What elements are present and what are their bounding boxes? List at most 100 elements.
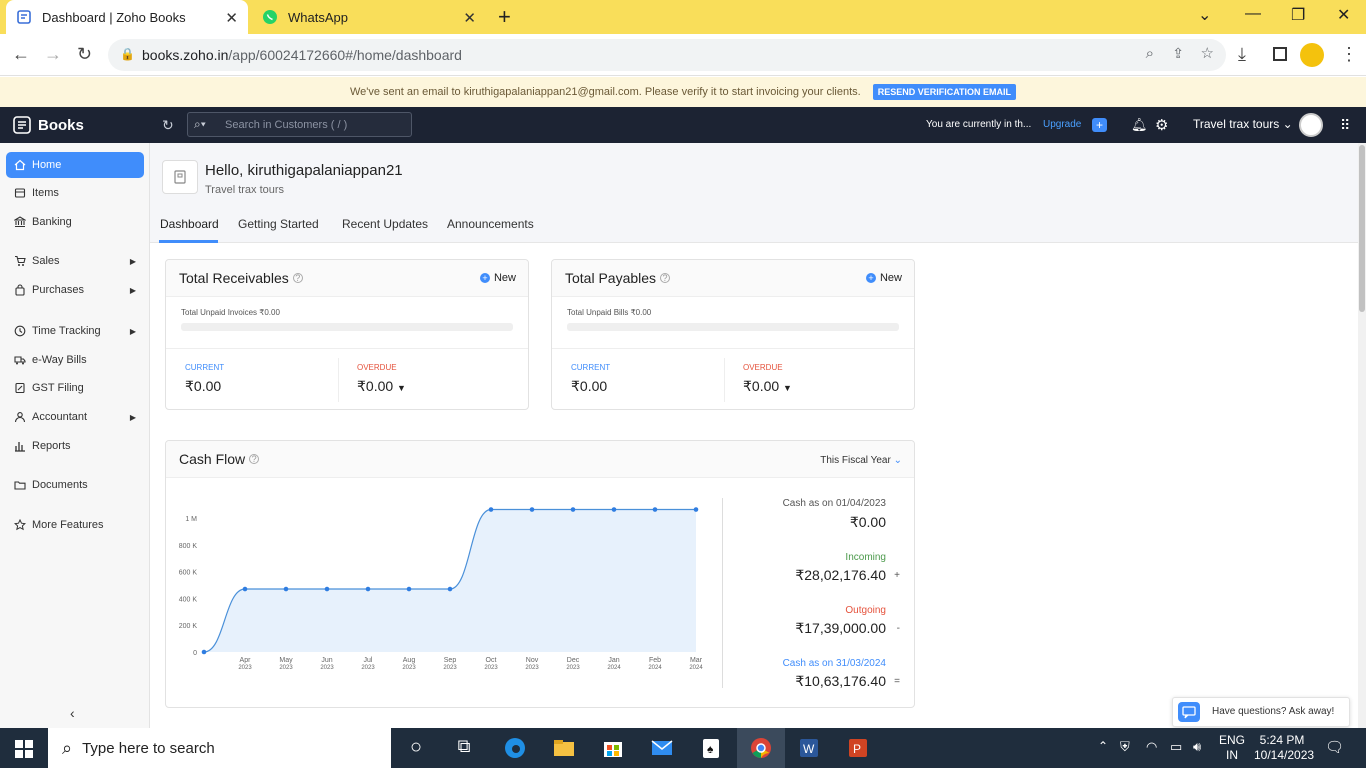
- x-tick-label: Feb: [649, 657, 661, 664]
- share-icon[interactable]: ⇪: [1172, 45, 1184, 62]
- language-indicator[interactable]: ENG IN: [1219, 733, 1245, 763]
- x-tick-label: May: [279, 657, 293, 664]
- battery-icon[interactable]: ▭: [1170, 739, 1182, 755]
- overdue-dropdown[interactable]: ₹0.00 ▼: [743, 378, 792, 395]
- x-tick-year-label: 2023: [484, 665, 498, 671]
- help-icon[interactable]: ?: [292, 273, 303, 283]
- app-header: Books ↻ ⌕▾ Search in Customers ( / ) You…: [0, 107, 1366, 143]
- expand-arrow-icon[interactable]: ▶: [130, 327, 136, 336]
- bookmark-star-icon[interactable]: ☆: [1201, 44, 1214, 62]
- edge-icon[interactable]: [503, 736, 527, 760]
- tab-getting-started[interactable]: Getting Started: [238, 217, 319, 231]
- sidebar-item-documents[interactable]: Documents: [6, 472, 144, 498]
- taskbar-search-input[interactable]: ⌕ Type here to search: [48, 728, 391, 768]
- mail-icon[interactable]: [650, 736, 674, 760]
- volume-icon[interactable]: 🔊︎: [1193, 739, 1201, 755]
- period-dropdown[interactable]: This Fiscal Year ⌄: [820, 455, 902, 466]
- zoom-icon[interactable]: ⌕: [1146, 45, 1154, 62]
- sidebar-item-more-features[interactable]: More Features: [6, 512, 144, 538]
- tab-dashboard[interactable]: Dashboard: [160, 217, 219, 231]
- tab-search-chevron-icon[interactable]: ⌄: [1198, 5, 1211, 25]
- sidebar-item-time-tracking[interactable]: Time Tracking ▶: [6, 318, 144, 344]
- tab-announcements[interactable]: Announcements: [447, 217, 534, 231]
- help-chat-widget[interactable]: Have questions? Ask away!: [1172, 697, 1350, 727]
- cortana-icon[interactable]: ○: [404, 736, 428, 760]
- store-icon[interactable]: [601, 736, 625, 760]
- back-arrow-icon[interactable]: ←: [12, 44, 30, 65]
- org-logo-placeholder-icon[interactable]: [162, 160, 198, 194]
- divider: [166, 348, 528, 349]
- sidebar-item-eway-bills[interactable]: e-Way Bills: [6, 347, 144, 373]
- solitaire-icon[interactable]: ♠: [699, 736, 723, 760]
- sidebar-item-items[interactable]: Items: [6, 180, 144, 206]
- expand-arrow-icon[interactable]: ▶: [130, 413, 136, 422]
- notifications-icon[interactable]: 🗨︎: [1325, 738, 1344, 756]
- reload-icon[interactable]: ↻: [77, 44, 92, 65]
- tab-zoho-books[interactable]: Dashboard | Zoho Books ✕: [6, 0, 248, 34]
- word-icon[interactable]: W: [797, 736, 821, 760]
- quick-create-plus-icon[interactable]: +: [1092, 118, 1107, 132]
- x-tick-year-label: 2023: [238, 665, 252, 671]
- sidebar-item-reports[interactable]: Reports: [6, 433, 144, 459]
- download-icon[interactable]: ⤓: [1238, 44, 1246, 65]
- help-icon[interactable]: ?: [660, 273, 671, 283]
- overdue-dropdown[interactable]: ₹0.00 ▼: [357, 378, 406, 395]
- wifi-icon[interactable]: ◠: [1146, 739, 1157, 755]
- main-content: Hello, kiruthigapalaniappan21 Travel tra…: [150, 143, 1358, 728]
- tray-chevron-up-icon[interactable]: ⌃: [1098, 739, 1108, 753]
- minimize-icon[interactable]: —: [1245, 5, 1261, 23]
- close-tab-icon[interactable]: ✕: [463, 9, 476, 27]
- expand-arrow-icon[interactable]: ▶: [130, 257, 136, 266]
- x-tick-year-label: 2024: [689, 665, 703, 671]
- org-switcher[interactable]: Travel trax tours ⌄: [1193, 117, 1293, 131]
- profile-avatar[interactable]: [1300, 43, 1324, 67]
- incoming-label: Incoming: [845, 552, 886, 563]
- file-explorer-icon[interactable]: [552, 736, 576, 760]
- sidebar-item-sales[interactable]: Sales ▶: [6, 248, 144, 274]
- restore-icon[interactable]: ❐: [1291, 5, 1305, 25]
- settings-gear-icon[interactable]: ⚙: [1155, 116, 1168, 134]
- search-icon[interactable]: ⌕▾: [194, 117, 206, 132]
- recent-history-icon[interactable]: ↻: [162, 117, 174, 134]
- user-avatar[interactable]: [1299, 113, 1323, 137]
- clock[interactable]: 5:24 PM 10/14/2023: [1254, 733, 1314, 763]
- help-icon[interactable]: ?: [249, 454, 260, 464]
- upgrade-link[interactable]: Upgrade: [1043, 119, 1081, 130]
- new-receivable-button[interactable]: + New: [479, 272, 516, 284]
- incoming-value: ₹28,02,176.40: [795, 567, 886, 583]
- new-payable-button[interactable]: + New: [865, 272, 902, 284]
- y-tick-label: 0: [193, 650, 197, 657]
- url-field[interactable]: 🔒 books.zoho.in/app/60024172660#/home/da…: [108, 39, 1226, 71]
- scrollbar-thumb[interactable]: [1359, 145, 1365, 312]
- resend-verification-button[interactable]: RESEND VERIFICATION EMAIL: [872, 84, 1017, 100]
- notification-bell-icon[interactable]: 🔔︎: [1131, 117, 1148, 133]
- forward-arrow-icon[interactable]: →: [44, 44, 62, 65]
- tray-security-icon[interactable]: ⛨: [1120, 739, 1130, 755]
- expand-arrow-icon[interactable]: ▶: [130, 286, 136, 295]
- new-tab-plus-icon[interactable]: +: [498, 4, 511, 30]
- chrome-taskbar-button[interactable]: [737, 728, 785, 768]
- closing-value: ₹10,63,176.40: [795, 673, 886, 689]
- sidebar-item-gst-filing[interactable]: GST Filing: [6, 375, 144, 401]
- apps-grid-icon[interactable]: ⠿: [1340, 117, 1350, 134]
- windows-start-icon[interactable]: [14, 739, 34, 762]
- side-panel-icon[interactable]: [1273, 47, 1287, 61]
- books-logo[interactable]: Books: [12, 115, 84, 135]
- sidebar-item-home[interactable]: Home: [6, 152, 144, 178]
- books-logo-icon: [13, 116, 31, 134]
- close-window-icon[interactable]: ✕: [1337, 5, 1350, 25]
- sidebar-item-accountant[interactable]: Accountant ▶: [6, 404, 144, 430]
- lock-icon: 🔒: [120, 47, 135, 61]
- task-view-icon[interactable]: ⧉: [452, 736, 476, 760]
- search-input[interactable]: ⌕▾ Search in Customers ( / ): [187, 112, 412, 137]
- tab-whatsapp[interactable]: WhatsApp ✕: [252, 0, 486, 34]
- banner-message: We've sent an email to kiruthigapalaniap…: [349, 86, 861, 98]
- close-tab-icon[interactable]: ✕: [225, 9, 238, 27]
- home-icon: [14, 159, 26, 171]
- collapse-sidebar-icon[interactable]: ‹: [70, 705, 75, 721]
- sidebar-item-banking[interactable]: Banking: [6, 209, 144, 235]
- powerpoint-icon[interactable]: P: [846, 736, 870, 760]
- sidebar-item-purchases[interactable]: Purchases ▶: [6, 277, 144, 303]
- browser-menu-icon[interactable]: ⋮: [1340, 44, 1358, 65]
- tab-recent-updates[interactable]: Recent Updates: [342, 217, 428, 231]
